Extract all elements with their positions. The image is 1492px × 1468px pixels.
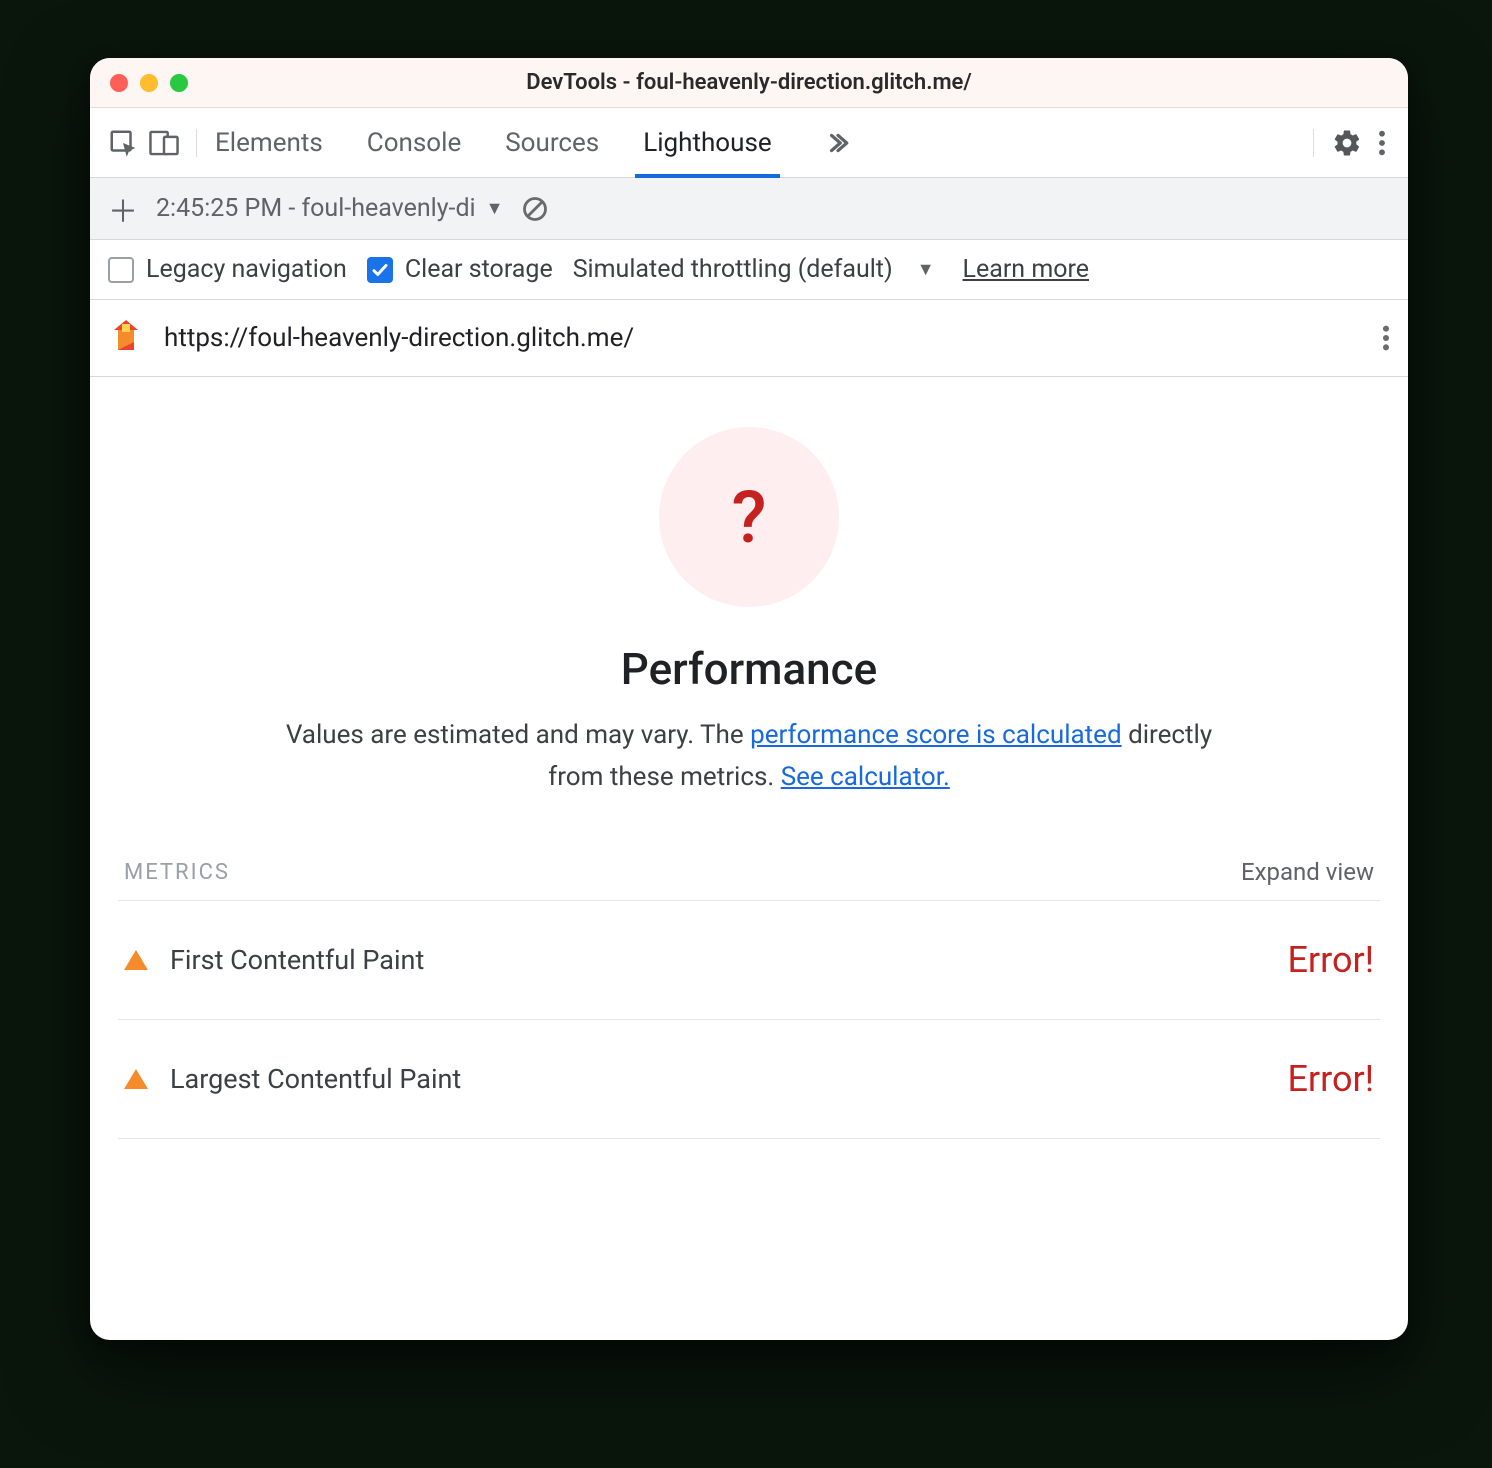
separator [1313,129,1314,157]
lighthouse-report: ? Performance Values are estimated and m… [90,377,1408,1340]
expand-view-toggle[interactable]: Expand view [1241,858,1374,886]
dropdown-caret-icon: ▼ [917,259,935,280]
metric-name: Largest Contentful Paint [170,1063,461,1095]
throttling-label: Simulated throttling (default) [573,255,893,284]
legacy-navigation-label: Legacy navigation [146,255,347,284]
warning-triangle-icon [124,950,148,970]
metrics-heading: METRICS [124,860,230,885]
window-title: DevTools - foul-heavenly-direction.glitc… [90,70,1408,95]
score-symbol: ? [731,475,766,560]
throttling-select[interactable]: Simulated throttling (default) [573,255,893,284]
report-menu-icon[interactable] [1382,324,1390,352]
metric-row: First Contentful Paint Error! [118,901,1380,1020]
devtools-tabbar: Elements Console Sources Lighthouse [90,108,1408,178]
clear-storage-checkbox[interactable]: Clear storage [367,255,553,284]
more-tabs-icon[interactable] [824,130,850,156]
devtools-window: DevTools - foul-heavenly-direction.glitc… [90,58,1408,1340]
metric-row: Largest Contentful Paint Error! [118,1020,1380,1139]
performance-score-link[interactable]: performance score is calculated [750,720,1122,750]
metric-name: First Contentful Paint [170,944,424,976]
window-minimize-button[interactable] [140,74,158,92]
more-vert-icon[interactable] [1370,129,1394,157]
metric-value: Error! [1287,1058,1374,1100]
score-gauge: ? [659,427,839,607]
window-zoom-button[interactable] [170,74,188,92]
metric-value: Error! [1287,939,1374,981]
window-close-button[interactable] [110,74,128,92]
tab-sources[interactable]: Sources [503,108,601,178]
desc-text: Values are estimated and may vary. The [286,720,750,750]
clear-icon[interactable] [521,195,549,223]
category-description: Values are estimated and may vary. The p… [269,715,1229,798]
legacy-navigation-checkbox[interactable]: Legacy navigation [108,255,347,284]
checkbox-icon [108,257,134,283]
metrics-header: METRICS Expand view [118,858,1380,901]
titlebar: DevTools - foul-heavenly-direction.glitc… [90,58,1408,108]
settings-gear-icon[interactable] [1332,128,1362,158]
checkbox-checked-icon [367,257,393,283]
traffic-lights [110,74,188,92]
learn-more-link[interactable]: Learn more [963,255,1089,284]
category-title: Performance [621,643,877,695]
warning-triangle-icon [124,1069,148,1089]
separator [196,129,197,157]
tab-lighthouse[interactable]: Lighthouse [641,108,773,178]
report-select-label: 2:45:25 PM - foul-heavenly-di [156,194,476,223]
tab-elements[interactable]: Elements [213,108,325,178]
clear-storage-label: Clear storage [405,255,553,284]
panel-tabs: Elements Console Sources Lighthouse [213,108,850,178]
device-toggle-icon[interactable] [148,128,180,158]
report-urlbar: https://foul-heavenly-direction.glitch.m… [90,300,1408,377]
tab-console[interactable]: Console [365,108,463,178]
lighthouse-toolbar: ＋ 2:45:25 PM - foul-heavenly-di ▼ [90,178,1408,240]
lighthouse-logo-icon [108,318,144,358]
report-select[interactable]: 2:45:25 PM - foul-heavenly-di ▼ [156,194,503,223]
inspect-element-icon[interactable] [108,128,138,158]
see-calculator-link[interactable]: See calculator. [781,762,950,792]
lighthouse-options: Legacy navigation Clear storage Simulate… [90,240,1408,300]
report-url: https://foul-heavenly-direction.glitch.m… [164,323,634,353]
dropdown-caret-icon: ▼ [486,198,504,219]
new-report-button[interactable]: ＋ [108,187,138,231]
